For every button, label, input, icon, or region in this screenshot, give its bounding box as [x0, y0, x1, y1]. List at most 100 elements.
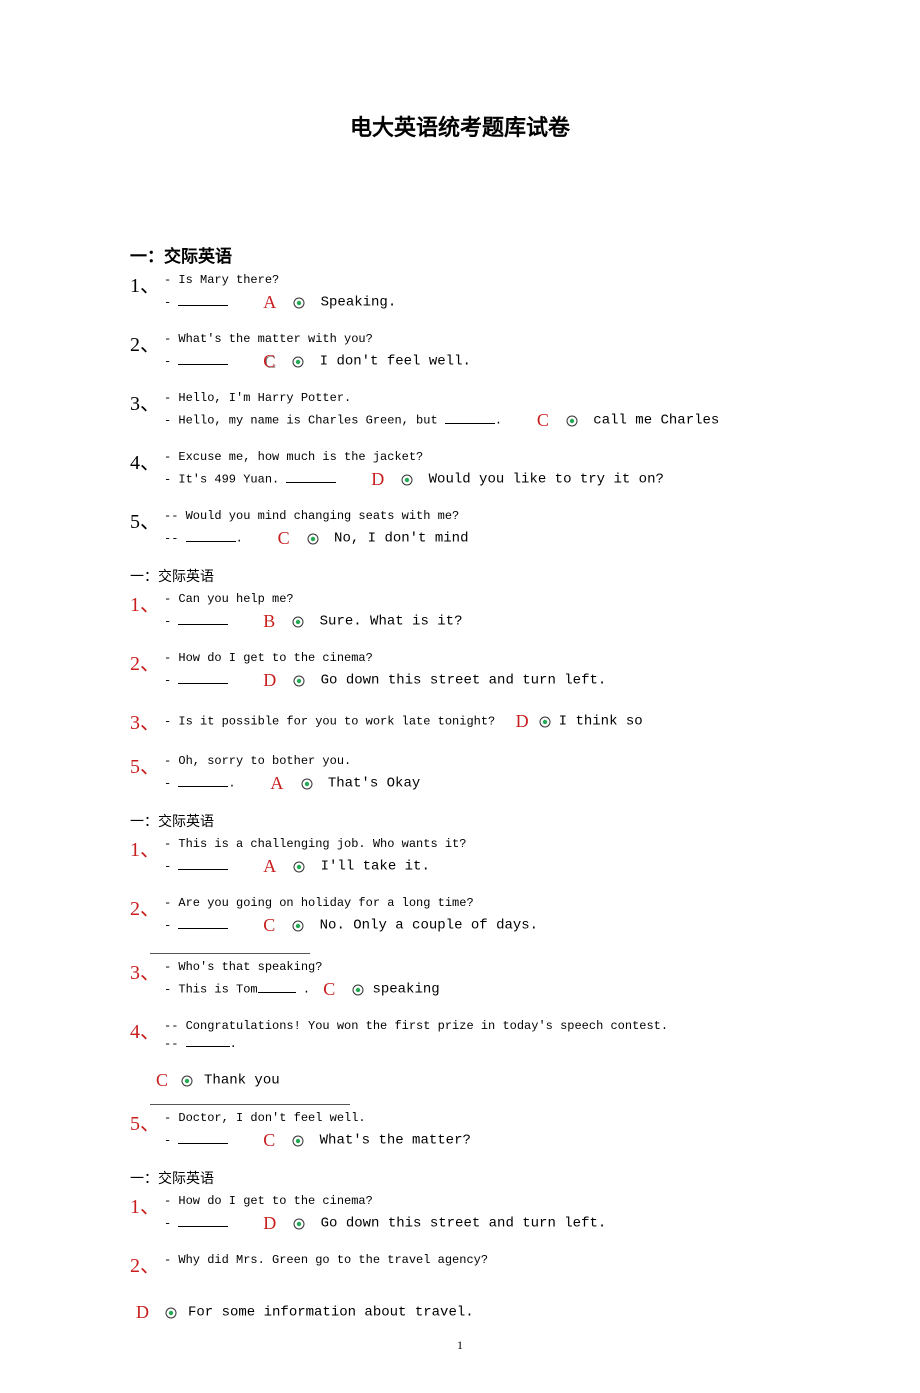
answer-row: D For some information about travel.: [130, 1299, 790, 1326]
question-body: - Can you help me?- B Sure. What is it?: [164, 590, 784, 635]
blank-field: [178, 1132, 228, 1144]
page-title: 电大英语统考题库试卷: [130, 110, 790, 142]
section-heading: 一：交际英语: [130, 811, 790, 831]
question-number: 1、: [130, 590, 164, 620]
separator-line: [150, 953, 310, 954]
answer-letter: CC: [263, 348, 275, 375]
radio-selected-icon: [292, 920, 304, 932]
answer-text: That's Okay: [328, 776, 420, 792]
blank-field: [178, 672, 228, 684]
radio-selected-icon: [301, 778, 313, 790]
question-number: 1、: [130, 1192, 164, 1222]
answer-text: For some information about travel.: [188, 1304, 474, 1320]
answer-letter: A: [263, 289, 276, 316]
answer-letter: C: [263, 1127, 275, 1154]
blank-field: [178, 353, 228, 365]
page-number: 1: [130, 1338, 790, 1353]
blank-field: [178, 858, 228, 870]
question-number: 2、: [130, 649, 164, 679]
answer-letter: A: [263, 853, 276, 880]
answer-letter: C: [263, 912, 275, 939]
section-heading: 一：交际英语: [130, 566, 790, 586]
answer-text: Would you like to try it on?: [429, 472, 664, 488]
radio-selected-icon: [566, 415, 578, 427]
radio-selected-icon: [293, 675, 305, 687]
question-item: 1、- This is a challenging job. Who wants…: [130, 835, 790, 880]
question-number: 4、: [130, 448, 164, 478]
blank-field: [286, 471, 336, 483]
radio-selected-icon: [401, 474, 413, 486]
question-item: 1、- Is Mary there?- A Speaking.: [130, 271, 790, 316]
question-item: 5、- Doctor, I don't feel well.- C What's…: [130, 1109, 790, 1154]
section-heading: 一：交际英语: [130, 1168, 790, 1188]
blank-field: [178, 1215, 228, 1227]
answer-text: I think so: [559, 714, 643, 730]
question-body: - Are you going on holiday for a long ti…: [164, 894, 784, 939]
question-item: 2、- How do I get to the cinema?- D Go do…: [130, 649, 790, 694]
radio-selected-icon: [165, 1307, 177, 1319]
answer-text: Go down this street and turn left.: [321, 1216, 607, 1232]
answer-letter: B: [263, 608, 275, 635]
answer-text: I'll take it.: [321, 859, 430, 875]
question-body: - Is Mary there?- A Speaking.: [164, 271, 784, 316]
radio-selected-icon: [293, 861, 305, 873]
answer-letter: C: [537, 407, 549, 434]
answer-text: Thank you: [204, 1072, 280, 1088]
answer-text: Sure. What is it?: [320, 614, 463, 630]
answer-row: C Thank you: [150, 1067, 790, 1094]
question-item: 3、- Who's that speaking?- This is Tom . …: [130, 958, 790, 1003]
question-number: 2、: [130, 330, 164, 360]
question-item: 5、-- Would you mind changing seats with …: [130, 507, 790, 552]
question-number: 1、: [130, 835, 164, 865]
answer-letter: C: [156, 1067, 168, 1094]
answer-text: call me Charles: [593, 413, 719, 429]
answer-letter: D: [136, 1299, 149, 1326]
question-number: 1、: [130, 271, 164, 301]
blank-field: [186, 530, 236, 542]
question-body: - This is a challenging job. Who wants i…: [164, 835, 784, 880]
question-number: 5、: [130, 507, 164, 537]
question-item: 3、- Is it possible for you to work late …: [130, 708, 790, 738]
question-number: 3、: [130, 958, 164, 988]
answer-letter: A: [270, 770, 283, 797]
answer-letter: D: [263, 667, 276, 694]
separator-line: [150, 1104, 350, 1105]
question-number: 3、: [130, 708, 164, 738]
answer-letter: D: [371, 466, 384, 493]
radio-selected-icon: [293, 297, 305, 309]
radio-selected-icon: [307, 533, 319, 545]
question-number: 5、: [130, 1109, 164, 1139]
question-body: - Who's that speaking?- This is Tom . C …: [164, 958, 784, 1003]
question-body: - How do I get to the cinema?- D Go down…: [164, 1192, 784, 1237]
question-item: 2、- Are you going on holiday for a long …: [130, 894, 790, 939]
question-item: 2、- What's the matter with you?- CC I do…: [130, 330, 790, 375]
blank-field: [258, 981, 296, 993]
question-item: 4、-- Congratulations! You won the first …: [130, 1017, 790, 1053]
radio-selected-icon: [292, 1135, 304, 1147]
question-body: - Why did Mrs. Green go to the travel ag…: [164, 1251, 784, 1269]
section-heading: 一：交际英语: [130, 242, 790, 267]
exam-page: 电大英语统考题库试卷 一：交际英语1、- Is Mary there?- A S…: [0, 0, 920, 1393]
blank-field: [186, 1035, 230, 1047]
answer-text: Go down this street and turn left.: [321, 673, 607, 689]
question-body: - Oh, sorry to bother you.- . A That's O…: [164, 752, 784, 797]
blank-field: [178, 917, 228, 929]
question-body: - Is it possible for you to work late to…: [164, 708, 784, 735]
radio-selected-icon: [292, 356, 304, 368]
question-body: -- Would you mind changing seats with me…: [164, 507, 784, 552]
blank-field: [178, 294, 228, 306]
question-item: 1、- Can you help me?- B Sure. What is it…: [130, 590, 790, 635]
exam-content: 一：交际英语1、- Is Mary there?- A Speaking.2、-…: [130, 242, 790, 1326]
answer-text: speaking: [372, 982, 439, 998]
question-body: - What's the matter with you?- CC I don'…: [164, 330, 784, 375]
question-item: 3、- Hello, I'm Harry Potter.- Hello, my …: [130, 389, 790, 434]
answer-text: Speaking.: [321, 295, 397, 311]
radio-selected-icon: [181, 1075, 193, 1087]
answer-letter: D: [516, 708, 529, 735]
question-number: 3、: [130, 389, 164, 419]
question-item: 2、- Why did Mrs. Green go to the travel …: [130, 1251, 790, 1281]
blank-field: [445, 412, 495, 424]
question-body: - Doctor, I don't feel well.- C What's t…: [164, 1109, 784, 1154]
answer-letter: C: [278, 525, 290, 552]
answer-text: No, I don't mind: [334, 531, 468, 547]
